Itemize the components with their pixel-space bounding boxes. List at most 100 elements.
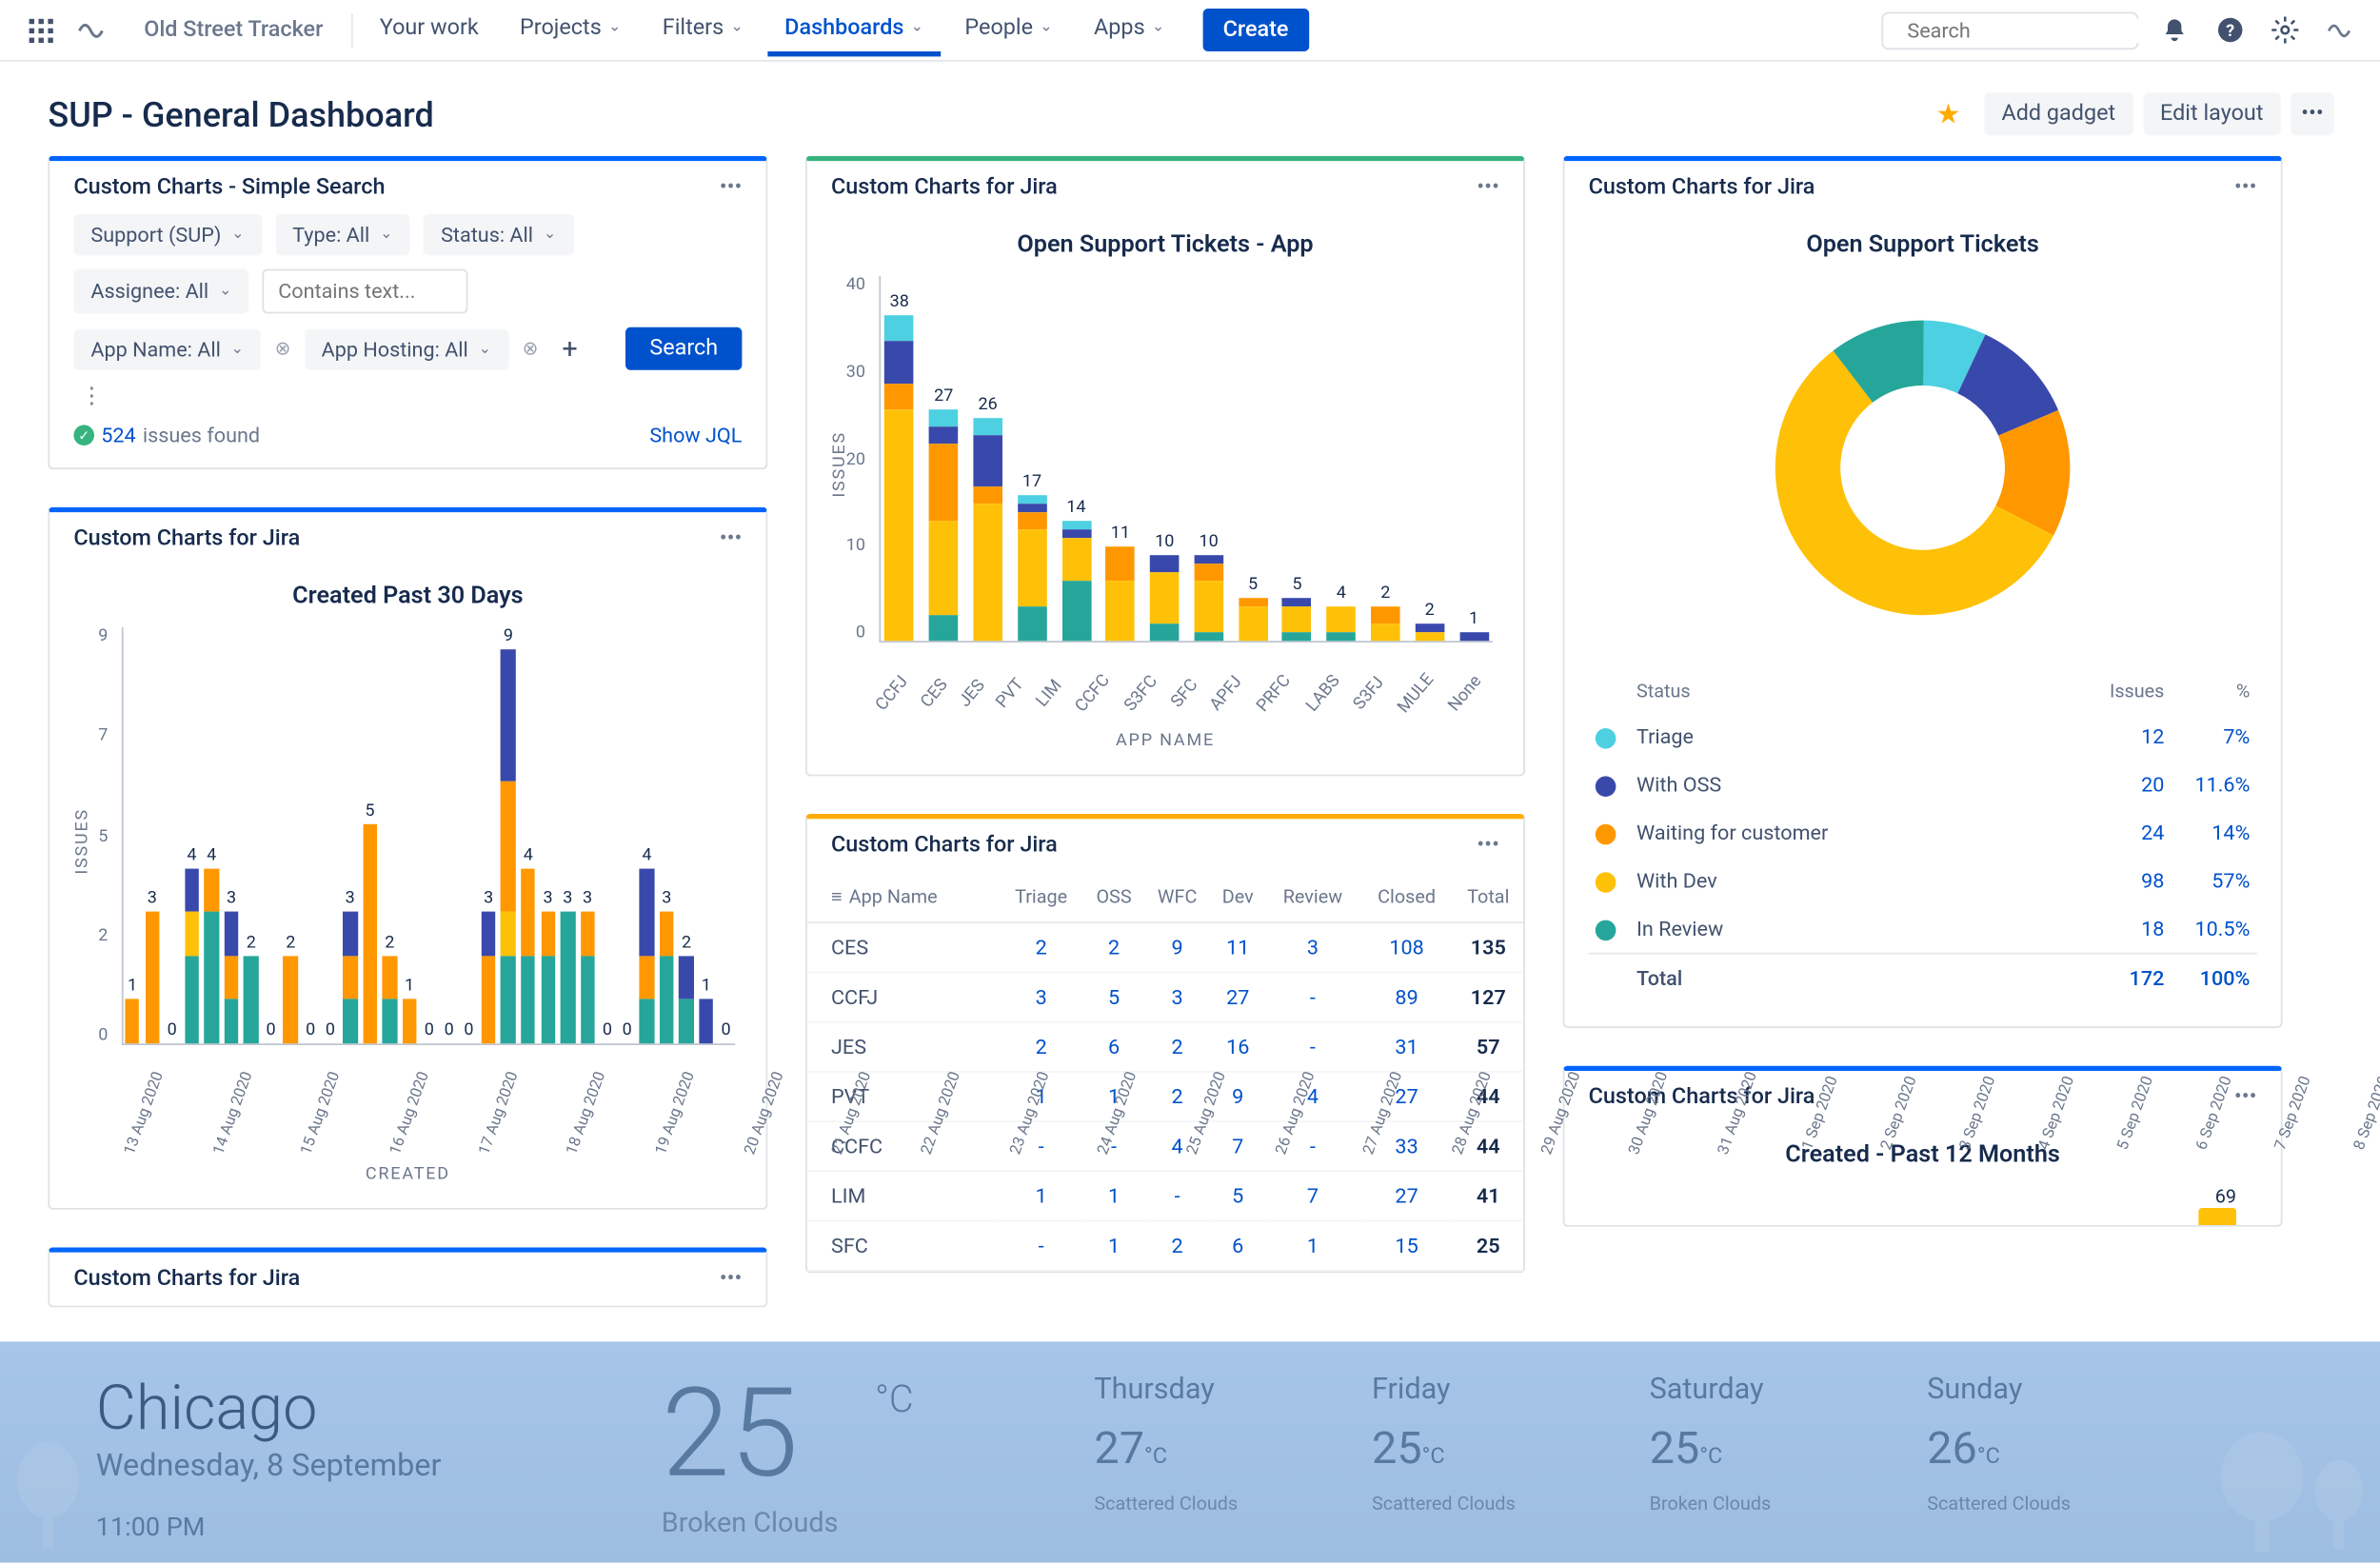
nav-item-filters[interactable]: Filters⌄ [645,5,761,56]
search-button[interactable]: Search [625,327,742,370]
legend-row[interactable]: Triage127% [1589,713,2257,761]
nav-item-dashboards[interactable]: Dashboards⌄ [767,5,941,56]
help-icon[interactable]: ? [2211,11,2249,49]
donut-legend: Status Issues % Triage127%With OSS2011.6… [1589,670,2257,1002]
weather-time: 11:00 PM [96,1512,610,1542]
panel-more-icon[interactable]: ••• [1477,833,1499,859]
panel-more-icon[interactable]: ••• [2234,1084,2257,1110]
simple-search-panel: Custom Charts - Simple Search ••• Suppor… [48,156,767,469]
page-title: SUP - General Dashboard [48,93,433,134]
success-icon: ✓ [73,425,94,445]
global-search[interactable] [1881,11,2138,49]
panel-title: Custom Charts for Jira [73,526,719,552]
open-by-app-chart: ISSUES 403020100 3827261714111010554221 … [831,276,1499,687]
table-row[interactable]: PVT112942744 [807,1072,1523,1121]
issues-found-label: ✓ 524 issues found [73,424,260,447]
open-by-app-table-panel: Custom Charts for Jira ••• ≡App NameTria… [805,814,1525,1273]
top-nav: Old Street Tracker Your workProjects⌄Fil… [0,0,2380,62]
chart-title: Open Support Tickets [1589,231,2257,259]
panel-more-icon[interactable]: ••• [720,175,743,201]
legend-row[interactable]: In Review1810.5% [1589,904,2257,953]
table-row[interactable]: JES26216-3157 [807,1022,1523,1072]
appname-filter[interactable]: App Name: All⌄ [73,328,261,369]
chevron-down-icon: ⌄ [608,19,622,36]
create-button[interactable]: Create [1202,9,1309,51]
app-switcher-icon[interactable] [24,13,58,48]
table-row[interactable]: CCFJ35327-89127 [807,973,1523,1022]
panel-more-icon[interactable]: ••• [2234,175,2257,201]
add-filter-icon[interactable]: + [552,332,588,365]
donut-chart [1589,276,2257,660]
chevron-down-icon: ⌄ [1040,19,1053,36]
search-input[interactable] [1907,18,2174,42]
panel-title: Custom Charts - Simple Search [73,175,719,201]
panel-more-icon[interactable]: ••• [1477,175,1499,201]
notifications-icon[interactable] [2155,11,2193,49]
tree-icon [2310,1460,2368,1553]
remove-filter-icon[interactable]: ⊗ [523,338,539,360]
table-row[interactable]: SFC-12611525 [807,1221,1523,1271]
show-jql-link[interactable]: Show JQL [649,424,742,447]
legend-row[interactable]: Waiting for customer2414% [1589,809,2257,857]
created-12-panel: Custom Charts for Jira ••• Created - Pas… [1563,1066,2283,1227]
table-row[interactable]: LIM11-572741 [807,1171,1523,1220]
chevron-down-icon: ⌄ [730,19,744,36]
created-30-panel: Custom Charts for Jira ••• Created Past … [48,507,767,1210]
product-logo-icon[interactable] [69,8,113,52]
dashboard-more-icon[interactable]: ••• [2291,92,2333,135]
profile-icon[interactable] [2320,11,2358,49]
tree-icon [10,1443,86,1553]
apps-table: ≡App NameTriageOSSWFCDevReviewClosedTota… [807,872,1523,1271]
product-name: Old Street Tracker [127,17,340,43]
weather-condition: Broken Clouds [662,1506,839,1538]
remove-filter-icon[interactable]: ⊗ [275,338,291,360]
nav-item-your-work[interactable]: Your work [363,5,496,56]
legend-row[interactable]: With OSS2011.6% [1589,761,2257,808]
panel-title: Custom Charts for Jira [831,833,1477,859]
forecast-day: Saturday25°CBroken Clouds [1650,1373,1855,1514]
created-30-chart: ISSUES 97520 130443202003521000394333004… [73,627,742,1090]
legend-row[interactable]: With Dev9857% [1589,857,2257,904]
open-by-app-panel: Custom Charts for Jira ••• Open Support … [805,156,1525,777]
project-filter[interactable]: Support (SUP)⌄ [73,214,261,255]
forecast-day: Thursday27°CScattered Clouds [1094,1373,1299,1514]
favorite-star-icon[interactable]: ★ [1935,98,1960,130]
chart-title: Created Past 30 Days [73,583,742,610]
page-header: SUP - General Dashboard ★ Add gadget Edi… [0,62,2380,156]
contains-text-input[interactable] [263,269,468,314]
settings-icon[interactable] [2266,11,2304,49]
bar-peek [2198,1208,2236,1225]
weather-widget: Chicago Wednesday, 8 September 11:00 PM … [0,1341,2380,1562]
add-gadget-button[interactable]: Add gadget [1984,92,2132,135]
chevron-down-icon: ⌄ [1152,19,1165,36]
nav-item-projects[interactable]: Projects⌄ [503,5,639,56]
status-filter[interactable]: Status: All⌄ [424,214,573,255]
tree-icon [2211,1433,2313,1553]
panel-title: Custom Charts for Jira [1589,175,2234,201]
forecast-day: Sunday26°CScattered Clouds [1927,1373,2132,1514]
weather-date: Wednesday, 8 September [96,1448,610,1484]
extra-panel: Custom Charts for Jira ••• [48,1247,767,1307]
weather-temp: 25°C [662,1373,839,1496]
nav-item-people[interactable]: People⌄ [947,5,1069,56]
nav-item-apps[interactable]: Apps⌄ [1077,5,1181,56]
chart-title: Created - Past 12 Months [1589,1141,2257,1169]
table-row[interactable]: CES229113108135 [807,922,1523,972]
open-tickets-donut-panel: Custom Charts for Jira ••• Open Support … [1563,156,2283,1028]
svg-text:?: ? [2225,21,2233,41]
type-filter[interactable]: Type: All⌄ [275,214,410,255]
panel-more-icon[interactable]: ••• [720,526,743,552]
table-row[interactable]: CCFC--47-3344 [807,1121,1523,1171]
search-more-icon[interactable]: ⋮ [73,384,109,409]
chart-title: Open Support Tickets - App [831,231,1499,259]
chevron-down-icon: ⌄ [911,19,924,36]
nav-divider [350,13,352,48]
edit-layout-button[interactable]: Edit layout [2143,92,2280,135]
apphosting-filter[interactable]: App Hosting: All⌄ [305,328,509,369]
assignee-filter[interactable]: Assignee: All⌄ [73,269,248,314]
panel-title: Custom Charts for Jira [73,1266,719,1292]
forecast-day: Friday25°CScattered Clouds [1372,1373,1577,1514]
panel-title: Custom Charts for Jira [831,175,1477,201]
panel-more-icon[interactable]: ••• [720,1266,743,1292]
weather-city: Chicago [96,1373,610,1445]
